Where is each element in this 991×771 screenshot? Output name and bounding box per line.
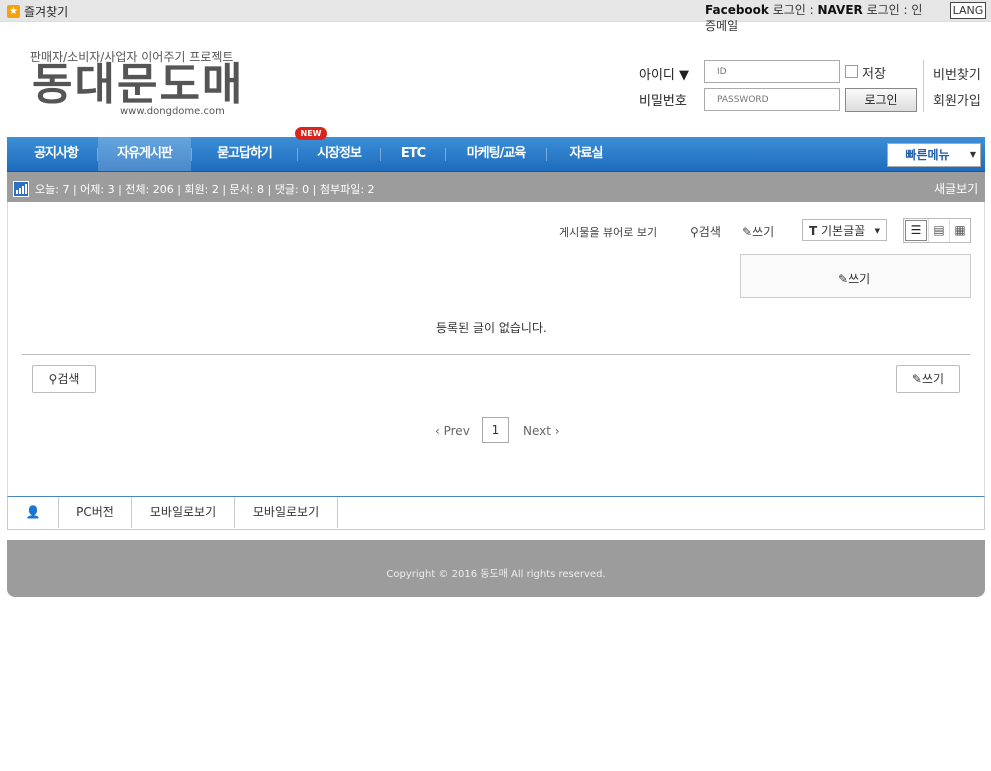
list-view-icon[interactable]: ☰	[905, 220, 927, 241]
save-login-checkbox[interactable]	[845, 65, 858, 78]
next-page-link[interactable]: Next ›	[523, 424, 560, 438]
save-login-label: 저장	[862, 67, 886, 82]
font-icon: T	[809, 224, 818, 238]
logo-url: www.dongdome.com	[120, 106, 225, 117]
search-button[interactable]: ⚲검색	[32, 365, 96, 393]
user-icon[interactable]: 👤	[8, 497, 59, 528]
page-number-current[interactable]: 1	[482, 417, 509, 443]
password-label: 비밀번호	[639, 94, 687, 109]
lang-button[interactable]: LANG	[950, 2, 986, 19]
main-nav: 공지사항 자유게시판 묻고답하기 시장정보 ETC 마케팅/교육 자료실	[7, 137, 985, 172]
login-divider	[923, 60, 924, 112]
pencil-icon: ✎	[838, 272, 849, 286]
search-icon: ⚲	[690, 225, 699, 239]
favorites-label: 즐겨찾기	[24, 5, 69, 19]
new-badge: NEW	[295, 127, 327, 140]
favorites-link[interactable]: ★ 즐겨찾기	[7, 3, 68, 20]
divider	[22, 354, 970, 355]
naver-login-label: 로그인 :	[862, 3, 912, 17]
facebook-login-label: 로그인 :	[768, 3, 818, 17]
board-container	[7, 202, 985, 496]
board-stats: 오늘: 7 | 어제: 3 | 전체: 206 | 회원: 2 | 문서: 8 …	[35, 183, 375, 196]
mobile-view-link[interactable]: 모바일로보기	[235, 497, 338, 528]
write-button[interactable]: ✎쓰기	[838, 270, 870, 287]
viewer-mode-link[interactable]: 게시물을 뷰어로 보기	[559, 224, 657, 240]
star-icon: ★	[7, 5, 20, 18]
nav-item-marketing[interactable]: 마케팅/교육	[446, 137, 546, 171]
password-input[interactable]	[704, 88, 840, 111]
search-label: 검색	[57, 372, 80, 386]
nav-item-etc[interactable]: ETC	[381, 137, 445, 171]
nav-item-notice[interactable]: 공지사항	[15, 137, 97, 171]
write-label: 쓰기	[921, 372, 945, 386]
pencil-icon: ✎	[911, 372, 922, 386]
copyright-text: Copyright © 2016 동도매 All rights reserved…	[386, 569, 606, 580]
id-label[interactable]: 아이디 ▼	[639, 64, 689, 83]
webzine-view-icon[interactable]: ▤	[928, 219, 949, 242]
nav-item-qna[interactable]: 묻고답하기	[192, 137, 297, 171]
empty-message: 등록된 글이 없습니다.	[436, 321, 547, 335]
id-input[interactable]	[704, 60, 840, 83]
find-password-link[interactable]: 비번찾기	[933, 64, 981, 83]
naver-login-link[interactable]: NAVER	[818, 3, 863, 17]
nav-item-archive[interactable]: 자료실	[547, 137, 625, 171]
write-button[interactable]: ✎쓰기	[896, 365, 960, 393]
nav-item-free-board[interactable]: 자유게시판	[98, 137, 191, 171]
new-posts-link[interactable]: 새글보기	[934, 180, 978, 197]
site-logo[interactable]: 동대문도매	[32, 60, 244, 110]
quick-menu-button[interactable]: 빠른메뉴	[887, 143, 968, 167]
mobile-view-link[interactable]: 모바일로보기	[132, 497, 235, 528]
login-button[interactable]: 로그인	[845, 88, 917, 112]
nav-item-market-info[interactable]: 시장정보	[298, 137, 380, 171]
prev-page-link[interactable]: ‹ Prev	[435, 424, 470, 438]
gallery-view-icon[interactable]: ▦	[949, 219, 970, 242]
facebook-login-link[interactable]: Facebook	[705, 3, 769, 17]
font-select-value: 기본글꼴	[821, 224, 866, 238]
search-link[interactable]: ⚲검색	[690, 223, 721, 240]
view-mode-group: ☰ ▤ ▦	[903, 218, 971, 243]
bar-chart-icon	[13, 181, 29, 197]
pc-version-link[interactable]: PC버전	[59, 497, 132, 528]
chevron-down-icon: ▼	[874, 227, 880, 235]
write-label: 쓰기	[752, 225, 775, 239]
write-link[interactable]: ✎쓰기	[742, 223, 774, 240]
pencil-icon: ✎	[742, 225, 753, 239]
write-label: 쓰기	[848, 272, 871, 286]
social-login-links: Facebook 로그인 : NAVER 로그인 : 인증메일	[705, 2, 930, 34]
search-label: 검색	[698, 225, 721, 239]
chevron-down-icon[interactable]: ▼	[966, 143, 981, 167]
font-select[interactable]: T 기본글꼴 ▼	[802, 219, 887, 241]
join-link[interactable]: 회원가입	[933, 90, 981, 109]
